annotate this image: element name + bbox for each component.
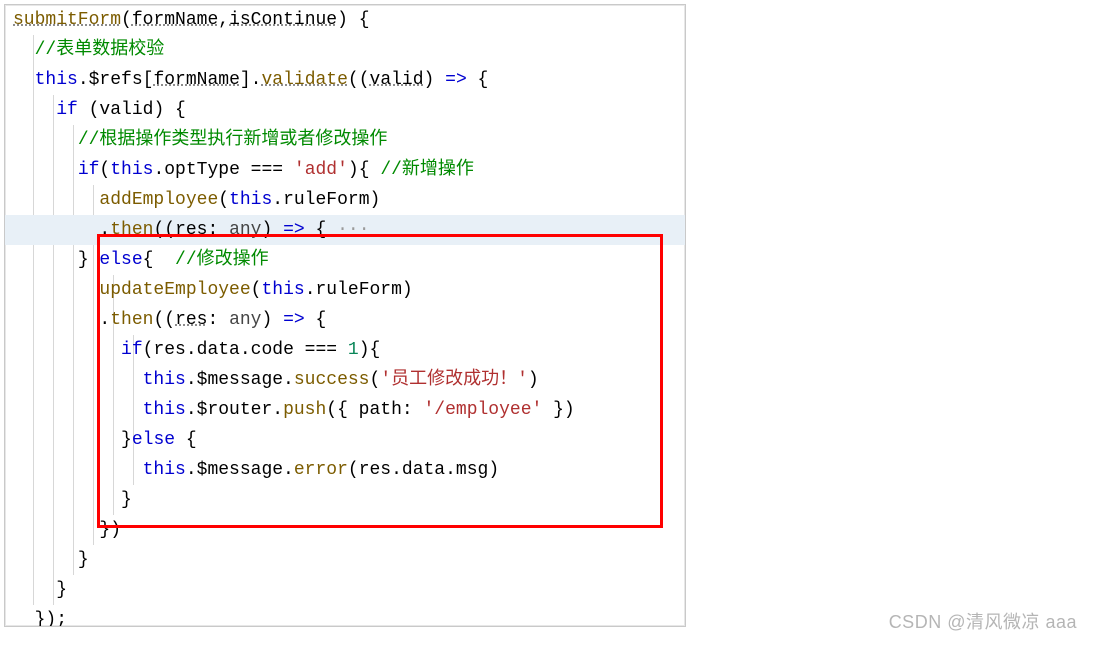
code-line: } else{ //修改操作 (5, 245, 685, 275)
fold-indicator[interactable]: ··· (326, 220, 369, 240)
watermark: CSDN @清风微凉 aaa (889, 608, 1077, 634)
code-line: }) (5, 515, 685, 545)
code-line: } (5, 545, 685, 575)
code-line: } (5, 575, 685, 605)
code-area: submitForm(formName,isContinue) { //表单数据… (5, 5, 685, 626)
code-line: this.$message.error(res.data.msg) (5, 455, 685, 485)
code-line: }); (5, 605, 685, 626)
code-line: //根据操作类型执行新增或者修改操作 (5, 125, 685, 155)
code-line: if(res.data.code === 1){ (5, 335, 685, 365)
code-line: //表单数据校验 (5, 35, 685, 65)
code-line: submitForm(formName,isContinue) { (5, 5, 685, 35)
code-line: this.$message.success('员工修改成功！') (5, 365, 685, 395)
code-line: .then((res: any) => { (5, 305, 685, 335)
code-line: if(this.optType === 'add'){ //新增操作 (5, 155, 685, 185)
code-line: if (valid) { (5, 95, 685, 125)
code-block-frame: submitForm(formName,isContinue) { //表单数据… (4, 4, 686, 627)
code-line-highlighted: .then((res: any) => { ··· (5, 215, 685, 245)
code-line: this.$router.push({ path: '/employee' }) (5, 395, 685, 425)
code-line: } (5, 485, 685, 515)
code-line: }else { (5, 425, 685, 455)
code-line: updateEmployee(this.ruleForm) (5, 275, 685, 305)
code-line: this.$refs[formName].validate((valid) =>… (5, 65, 685, 95)
code-line: addEmployee(this.ruleForm) (5, 185, 685, 215)
